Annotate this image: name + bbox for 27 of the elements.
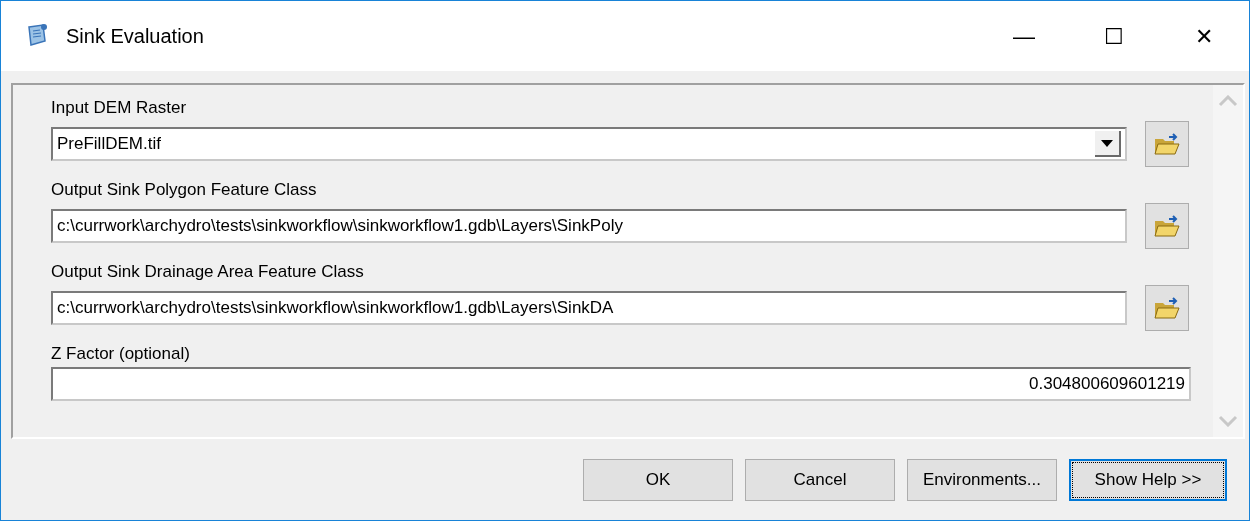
browse-button[interactable] bbox=[1145, 203, 1189, 249]
input-field[interactable]: 0.304800609601219 bbox=[51, 367, 1191, 401]
browse-button[interactable] bbox=[1145, 285, 1189, 331]
window-title: Sink Evaluation bbox=[66, 24, 204, 49]
dropdown-caret-icon[interactable] bbox=[1101, 139, 1113, 147]
scroll-up-icon[interactable] bbox=[1218, 95, 1238, 107]
field-label: Output Sink Polygon Feature Class bbox=[51, 179, 318, 201]
dropdown-field[interactable]: PreFillDEM.tif bbox=[51, 127, 1127, 161]
folder-icon bbox=[1154, 297, 1180, 319]
folder-icon bbox=[1154, 215, 1180, 237]
field-label: Output Sink Drainage Area Feature Class bbox=[51, 261, 365, 283]
dialog-button[interactable]: Cancel bbox=[745, 459, 895, 501]
dialog-button[interactable]: OK bbox=[583, 459, 733, 501]
dialog-button[interactable]: Environments... bbox=[907, 459, 1057, 501]
scrollbar[interactable] bbox=[1213, 85, 1243, 437]
folder-icon bbox=[1154, 133, 1180, 155]
input-field[interactable]: c:\currwork\archydro\tests\sinkworkflow\sinkworkflow1.gdb\Layers\SinkPoly bbox=[51, 209, 1127, 243]
field-label: Input DEM Raster bbox=[51, 97, 188, 119]
dialog-button[interactable]: Show Help >> bbox=[1069, 459, 1227, 501]
input-field[interactable]: c:\currwork\archydro\tests\sinkworkflow\sinkworkflow1.gdb\Layers\SinkDA bbox=[51, 291, 1127, 325]
scroll-icon bbox=[25, 23, 49, 49]
maximize-button[interactable]: ☐ bbox=[1069, 1, 1159, 71]
close-button[interactable]: ✕ bbox=[1159, 1, 1249, 71]
scroll-down-icon[interactable] bbox=[1218, 415, 1238, 427]
field-label: Z Factor (optional) bbox=[51, 343, 191, 365]
minimize-button[interactable]: — bbox=[979, 1, 1069, 71]
browse-button[interactable] bbox=[1145, 121, 1189, 167]
